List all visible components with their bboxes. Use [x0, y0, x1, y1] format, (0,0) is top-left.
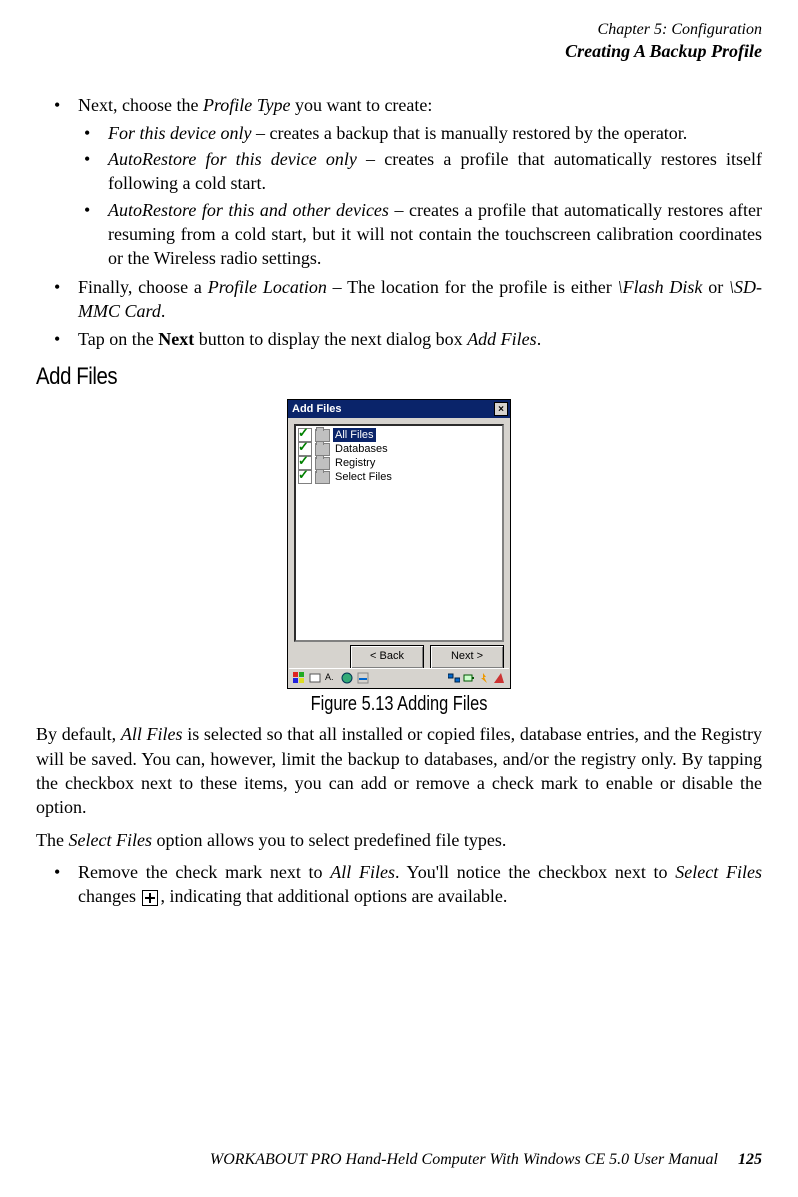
power-icon[interactable] — [478, 672, 490, 684]
manual-title: WORKABOUT PRO Hand-Held Computer With Wi… — [210, 1151, 718, 1168]
heading-add-files: Add Files — [36, 363, 653, 391]
start-icon[interactable] — [293, 672, 305, 684]
list-item-registry[interactable]: Registry — [298, 456, 500, 470]
instruction-list-2: Remove the check mark next to All Files.… — [36, 860, 762, 909]
paragraph-default-allfiles: By default, All Files is selected so tha… — [36, 722, 762, 819]
list-item-databases[interactable]: Databases — [298, 442, 500, 456]
sub-for-this-device: For this device only – creates a backup … — [78, 121, 762, 145]
folder-icon — [315, 471, 330, 484]
section-line: Creating A Backup Profile — [36, 40, 762, 63]
sub-autorestore-this: AutoRestore for this device only – creat… — [78, 147, 762, 196]
close-button[interactable]: × — [494, 402, 508, 416]
plus-icon — [142, 890, 158, 906]
bullet-remove-checkmark: Remove the check mark next to All Files.… — [36, 860, 762, 909]
file-type-list[interactable]: All Files Databases Registry Select File… — [294, 424, 504, 642]
globe-icon[interactable] — [341, 672, 353, 684]
dialog-title: Add Files — [292, 400, 342, 418]
instruction-list: Next, choose the Profile Type you want t… — [36, 93, 762, 352]
figure-caption: Figure 5.13 Adding Files — [101, 693, 696, 716]
page-footer: WORKABOUT PRO Hand-Held Computer With Wi… — [36, 1151, 762, 1169]
bullet-profile-location: Finally, choose a Profile Location – The… — [36, 275, 762, 324]
sub-autorestore-other: AutoRestore for this and other devices –… — [78, 198, 762, 271]
next-button[interactable]: Next > — [430, 645, 504, 669]
page-number: 125 — [738, 1151, 762, 1168]
battery-icon[interactable] — [463, 672, 475, 684]
add-files-dialog: Add Files × All Files Databases Regis — [287, 399, 511, 689]
checkbox-icon[interactable] — [298, 470, 312, 484]
back-button[interactable]: < Back — [350, 645, 424, 669]
list-item-all-files[interactable]: All Files — [298, 428, 500, 442]
paragraph-select-files: The Select Files option allows you to se… — [36, 828, 762, 852]
keyboard-icon[interactable]: A. — [325, 672, 337, 684]
taskbar: A. — [289, 668, 509, 687]
explorer-icon[interactable] — [309, 672, 321, 684]
list-item-select-files[interactable]: Select Files — [298, 470, 500, 484]
page-header: Chapter 5: Configuration Creating A Back… — [36, 20, 762, 63]
dialog-titlebar: Add Files × — [288, 400, 510, 418]
bullet-tap-next: Tap on the Next button to display the ne… — [36, 327, 762, 351]
network-icon[interactable] — [448, 672, 460, 684]
app-icon[interactable] — [357, 672, 369, 684]
chapter-line: Chapter 5: Configuration — [36, 20, 762, 40]
bullet-profile-type: Next, choose the Profile Type you want t… — [36, 93, 762, 271]
desktop-icon[interactable] — [493, 672, 505, 684]
